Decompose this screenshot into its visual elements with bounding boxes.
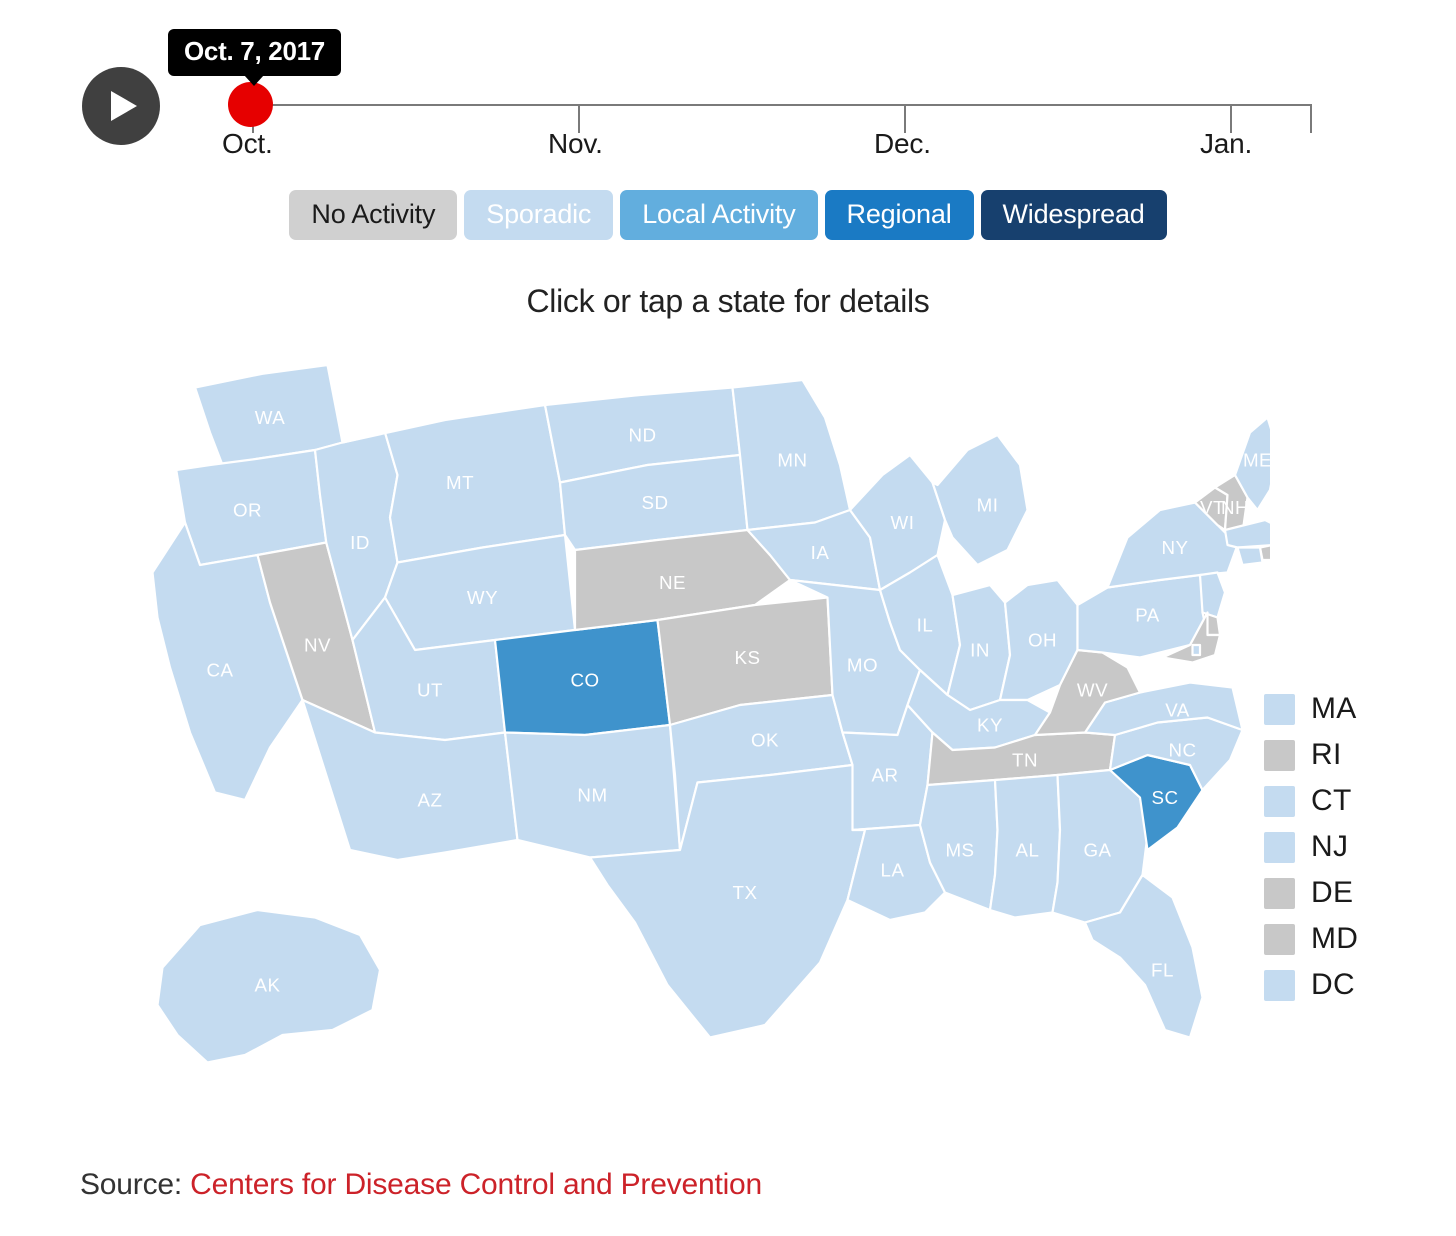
timeline-label-oct: Oct. — [222, 128, 273, 159]
state-legend-code-nj: NJ — [1311, 830, 1349, 863]
state-legend-row-md[interactable]: MD — [1264, 916, 1424, 962]
map-hint-text: Click or tap a state for details — [526, 283, 930, 319]
timeline-axis[interactable] — [252, 104, 1312, 106]
state-legend-swatch-dc — [1264, 969, 1295, 1001]
source-link[interactable]: Centers for Disease Control and Preventi… — [190, 1168, 762, 1201]
map-state-dc[interactable] — [1193, 645, 1201, 655]
state-legend-row-dc[interactable]: DC — [1264, 962, 1424, 1008]
activity-level-legend: No Activity Sporadic Local Activity Regiona… — [0, 190, 1456, 241]
state-legend-swatch-nj — [1264, 831, 1295, 863]
play-triangle-icon — [111, 91, 137, 121]
legend-button-sporadic[interactable]: Sporadic — [464, 190, 614, 241]
state-legend-row-ri[interactable]: RI — [1264, 732, 1424, 778]
state-legend-code-dc: DC — [1311, 968, 1355, 1001]
current-date-tooltip: Oct. 7, 2017 — [168, 29, 341, 86]
state-legend-row-de[interactable]: DE — [1264, 870, 1424, 916]
timeline-label-dec: Dec. — [874, 128, 931, 159]
source-prefix: Source: — [80, 1168, 191, 1201]
us-flu-activity-map: WA OR CA NV ID MT WY UT AZ CO NM ND SD NE KS OK TX MN IA MO… — [70, 335, 1270, 1125]
state-legend-row-nj[interactable]: NJ — [1264, 824, 1424, 870]
state-legend-code-md: MD — [1311, 922, 1359, 955]
small-states-legend: MA RI CT NJ DE MD DC — [1264, 686, 1424, 1008]
timeline-marker-handle[interactable] — [228, 82, 273, 127]
map-state-mi[interactable] — [933, 435, 1028, 565]
tooltip-arrow-icon — [244, 75, 264, 86]
state-legend-code-ma: MA — [1311, 692, 1357, 725]
state-legend-code-ct: CT — [1311, 784, 1352, 817]
play-button[interactable] — [82, 67, 160, 145]
map-state-ct[interactable] — [1238, 548, 1263, 566]
legend-button-regional[interactable]: Regional — [824, 190, 974, 241]
timeline-player: Oct. Nov. Dec. Jan. Oct. 7, 2017 — [0, 0, 1456, 175]
map-state-nj[interactable] — [1200, 573, 1225, 618]
map-state-mn[interactable] — [733, 380, 851, 530]
state-legend-swatch-ri — [1264, 739, 1295, 771]
state-legend-swatch-de — [1264, 877, 1295, 909]
map-state-nm[interactable] — [505, 725, 680, 858]
legend-button-no-activity[interactable]: No Activity — [289, 190, 458, 241]
state-legend-row-ct[interactable]: CT — [1264, 778, 1424, 824]
map-state-co[interactable] — [495, 620, 670, 735]
us-map-svg[interactable]: WAORCANVIDMTWYUTAZCONMNDSDNEKSOKTXMNIAMO… — [70, 335, 1270, 1125]
state-legend-swatch-md — [1264, 923, 1295, 955]
current-date-label: Oct. 7, 2017 — [184, 36, 325, 66]
timeline-tick-end — [1310, 104, 1312, 133]
state-legend-code-ri: RI — [1311, 738, 1342, 771]
timeline-label-nov: Nov. — [548, 128, 603, 159]
state-legend-code-de: DE — [1311, 876, 1354, 909]
legend-button-local-activity[interactable]: Local Activity — [620, 190, 818, 241]
legend-button-widespread[interactable]: Widespread — [980, 190, 1167, 241]
source-line: Source: Centers for Disease Control and … — [80, 1168, 762, 1202]
state-legend-swatch-ma — [1264, 693, 1295, 725]
state-legend-swatch-ct — [1264, 785, 1295, 817]
state-legend-row-ma[interactable]: MA — [1264, 686, 1424, 732]
map-state-ak[interactable] — [158, 910, 381, 1063]
map-state-al[interactable] — [990, 775, 1060, 918]
timeline-label-jan: Jan. — [1200, 128, 1253, 159]
